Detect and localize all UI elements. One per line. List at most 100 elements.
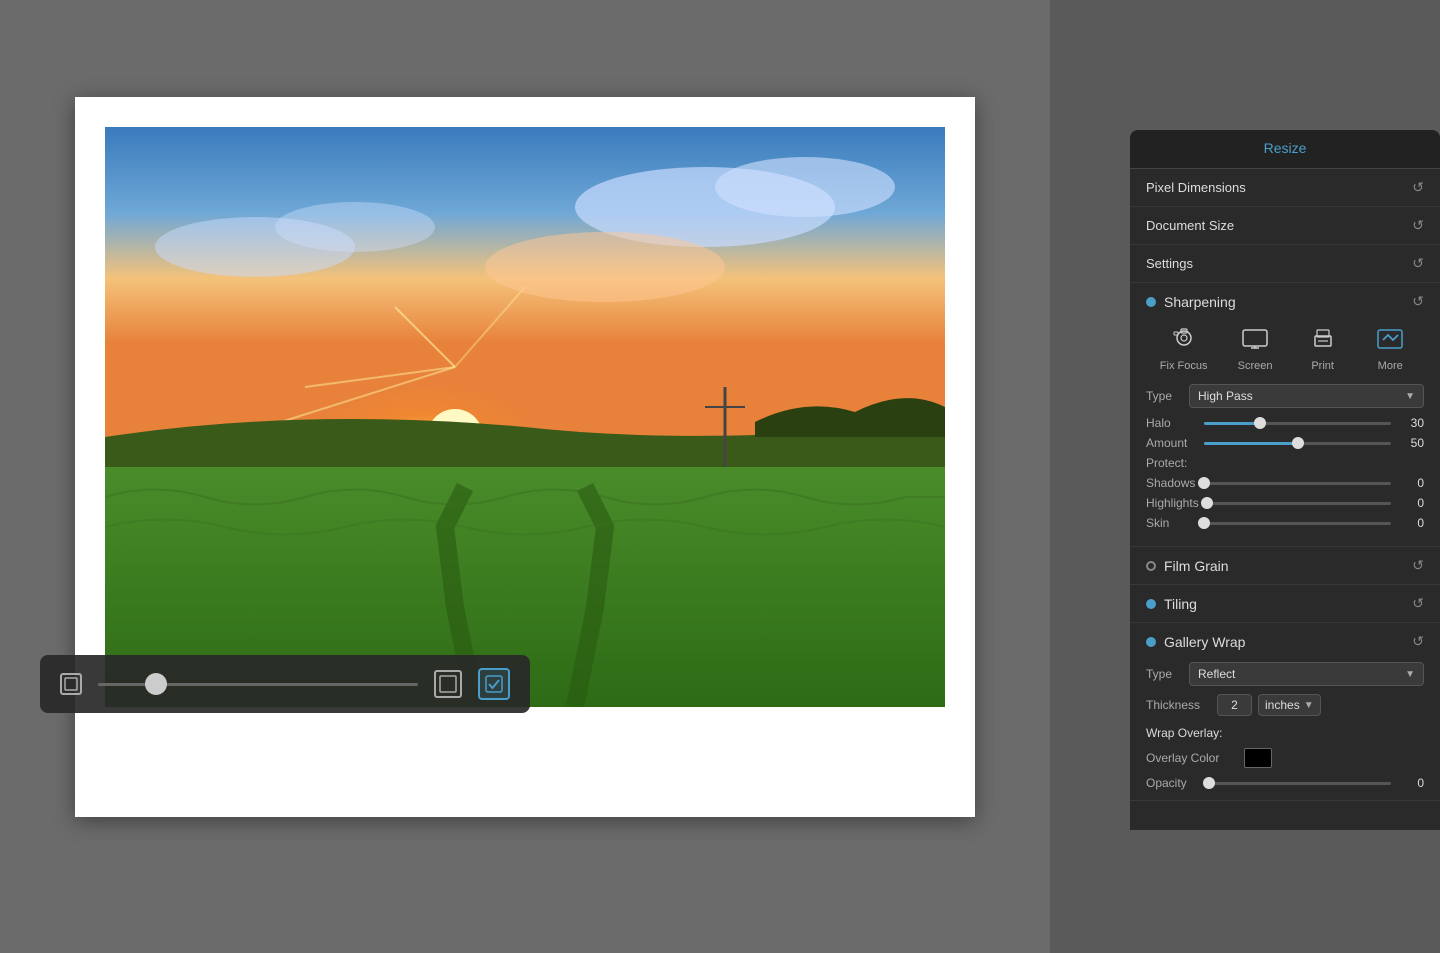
protect-label: Protect: xyxy=(1146,456,1424,470)
screen-label: Screen xyxy=(1238,360,1273,372)
type-chevron: ▼ xyxy=(1405,391,1415,402)
highlights-slider-thumb[interactable] xyxy=(1201,497,1213,509)
gallery-type-select[interactable]: Reflect ▼ xyxy=(1189,662,1424,686)
halo-value: 30 xyxy=(1399,416,1424,430)
toolbar-check-icon[interactable] xyxy=(478,668,510,700)
halo-slider-thumb[interactable] xyxy=(1254,417,1266,429)
sharpening-header: Sharpening ↺ xyxy=(1146,293,1424,310)
type-row: Type High Pass ▼ xyxy=(1146,384,1424,408)
overlay-color-row: Overlay Color xyxy=(1146,748,1424,768)
type-select[interactable]: High Pass ▼ xyxy=(1189,384,1424,408)
opacity-slider-thumb[interactable] xyxy=(1203,777,1215,789)
film-grain-reset[interactable]: ↺ xyxy=(1412,557,1424,574)
print-label: Print xyxy=(1311,360,1334,372)
tiling-left: Tiling xyxy=(1146,596,1197,612)
sharpen-print[interactable]: Print xyxy=(1303,322,1343,372)
canvas-area xyxy=(0,0,1050,953)
sharpen-more[interactable]: More xyxy=(1370,322,1410,372)
zoom-slider-thumb[interactable] xyxy=(145,673,167,695)
screen-icon xyxy=(1235,322,1275,356)
shadows-label: Shadows xyxy=(1146,476,1196,490)
amount-slider-thumb[interactable] xyxy=(1292,437,1304,449)
gallery-wrap-reset[interactable]: ↺ xyxy=(1412,633,1424,650)
film-grain-dot[interactable] xyxy=(1146,561,1156,571)
toolbar-small-icon-left xyxy=(60,673,82,695)
tiling-reset[interactable]: ↺ xyxy=(1412,595,1424,612)
shadows-slider-track[interactable] xyxy=(1204,482,1391,485)
highlights-slider-track[interactable] xyxy=(1207,502,1391,505)
halo-slider-track[interactable] xyxy=(1204,422,1391,425)
pixel-dimensions-label: Pixel Dimensions xyxy=(1146,180,1246,195)
opacity-row: Opacity 0 xyxy=(1146,776,1424,790)
shadows-value: 0 xyxy=(1399,476,1424,490)
sharpening-active-dot[interactable] xyxy=(1146,297,1156,307)
tiling-title: Tiling xyxy=(1164,596,1197,612)
amount-slider-row: Amount 50 xyxy=(1146,436,1424,450)
shadows-slider-row: Shadows 0 xyxy=(1146,476,1424,490)
skin-slider-thumb[interactable] xyxy=(1198,517,1210,529)
wrap-overlay-label: Wrap Overlay: xyxy=(1146,726,1424,740)
skin-value: 0 xyxy=(1399,516,1424,530)
amount-slider-fill xyxy=(1204,442,1298,445)
skin-slider-row: Skin 0 xyxy=(1146,516,1424,530)
tiling-dot[interactable] xyxy=(1146,599,1156,609)
print-icon xyxy=(1303,322,1343,356)
section-pixel-dimensions[interactable]: Pixel Dimensions ↺ xyxy=(1130,169,1440,207)
unit-chevron: ▼ xyxy=(1304,700,1314,711)
highlights-value: 0 xyxy=(1399,496,1424,510)
film-grain-title: Film Grain xyxy=(1164,558,1229,574)
sharpen-fix-focus[interactable]: Fix Focus xyxy=(1160,322,1208,372)
zoom-slider-track[interactable] xyxy=(98,683,418,686)
fix-focus-icon xyxy=(1164,322,1204,356)
pixel-dimensions-reset[interactable]: ↺ xyxy=(1412,179,1424,196)
sharpen-screen[interactable]: Screen xyxy=(1235,322,1275,372)
skin-label: Skin xyxy=(1146,516,1196,530)
right-panel: Resize Pixel Dimensions ↺ Document Size … xyxy=(1130,130,1440,830)
type-value: High Pass xyxy=(1198,389,1253,403)
section-document-size[interactable]: Document Size ↺ xyxy=(1130,207,1440,245)
highlights-slider-row: Highlights 0 xyxy=(1146,496,1424,510)
opacity-value: 0 xyxy=(1399,776,1424,790)
opacity-slider-track[interactable] xyxy=(1209,782,1391,785)
gallery-wrap-title-row: Gallery Wrap xyxy=(1146,634,1245,650)
amount-slider-track[interactable] xyxy=(1204,442,1391,445)
halo-slider-row: Halo 30 xyxy=(1146,416,1424,430)
panel-title: Resize xyxy=(1264,140,1307,156)
unit-value: inches xyxy=(1265,698,1300,712)
highlights-label: Highlights xyxy=(1146,496,1199,510)
landscape-image xyxy=(105,127,945,707)
overlay-color-swatch[interactable] xyxy=(1244,748,1272,768)
gallery-type-value: Reflect xyxy=(1198,667,1235,681)
document-size-label: Document Size xyxy=(1146,218,1234,233)
amount-value: 50 xyxy=(1399,436,1424,450)
thickness-input[interactable] xyxy=(1217,694,1252,716)
panel-header: Resize xyxy=(1130,130,1440,169)
section-settings[interactable]: Settings ↺ xyxy=(1130,245,1440,283)
halo-label: Halo xyxy=(1146,416,1196,430)
fix-focus-label: Fix Focus xyxy=(1160,360,1208,372)
thickness-label: Thickness xyxy=(1146,698,1211,712)
sharpening-title: Sharpening xyxy=(1164,294,1236,310)
amount-label: Amount xyxy=(1146,436,1196,450)
gallery-wrap-dot[interactable] xyxy=(1146,637,1156,647)
gallery-type-label: Type xyxy=(1146,667,1181,681)
thickness-row: Thickness inches ▼ xyxy=(1146,694,1424,716)
toolbar-large-icon[interactable] xyxy=(434,670,462,698)
gallery-wrap-title: Gallery Wrap xyxy=(1164,634,1245,650)
document-size-reset[interactable]: ↺ xyxy=(1412,217,1424,234)
shadows-slider-thumb[interactable] xyxy=(1198,477,1210,489)
section-film-grain[interactable]: Film Grain ↺ xyxy=(1130,547,1440,585)
film-grain-left: Film Grain xyxy=(1146,558,1229,574)
unit-select[interactable]: inches ▼ xyxy=(1258,694,1321,716)
opacity-label: Opacity xyxy=(1146,776,1201,790)
settings-reset[interactable]: ↺ xyxy=(1412,255,1424,272)
sharpening-reset[interactable]: ↺ xyxy=(1412,293,1424,310)
skin-slider-track[interactable] xyxy=(1204,522,1391,525)
gallery-type-chevron: ▼ xyxy=(1405,669,1415,680)
settings-label: Settings xyxy=(1146,256,1193,271)
more-label: More xyxy=(1378,360,1403,372)
section-gallery-wrap: Gallery Wrap ↺ Type Reflect ▼ Thickness … xyxy=(1130,623,1440,801)
bottom-toolbar xyxy=(40,655,530,713)
section-tiling[interactable]: Tiling ↺ xyxy=(1130,585,1440,623)
sharpen-icons-row: Fix Focus Screen xyxy=(1146,322,1424,372)
